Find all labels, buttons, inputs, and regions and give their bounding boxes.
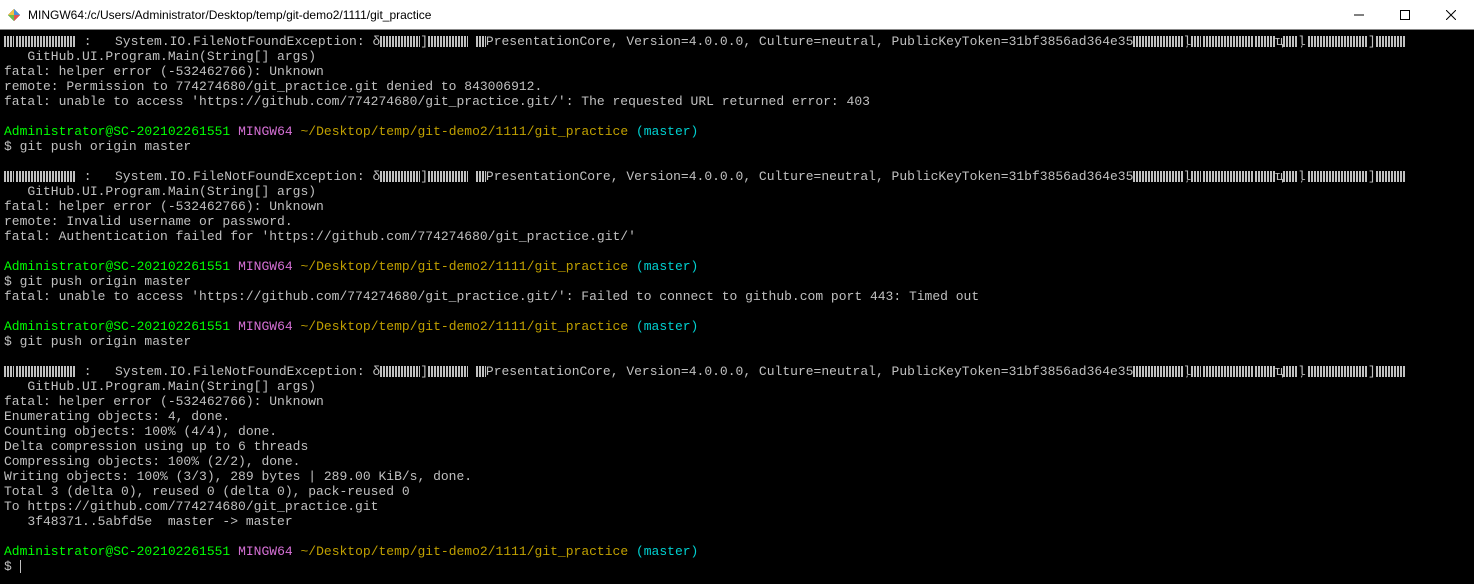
maximize-button[interactable] [1382, 0, 1428, 29]
terminal-output[interactable]: : System.IO.FileNotFoundException: δ] Pr… [0, 30, 1474, 578]
window-titlebar: MINGW64:/c/Users/Administrator/Desktop/t… [0, 0, 1474, 30]
minimize-button[interactable] [1336, 0, 1382, 29]
close-button[interactable] [1428, 0, 1474, 29]
window-controls [1336, 0, 1474, 29]
window-title: MINGW64:/c/Users/Administrator/Desktop/t… [28, 8, 431, 22]
titlebar-left: MINGW64:/c/Users/Administrator/Desktop/t… [0, 7, 431, 23]
app-icon [6, 7, 22, 23]
